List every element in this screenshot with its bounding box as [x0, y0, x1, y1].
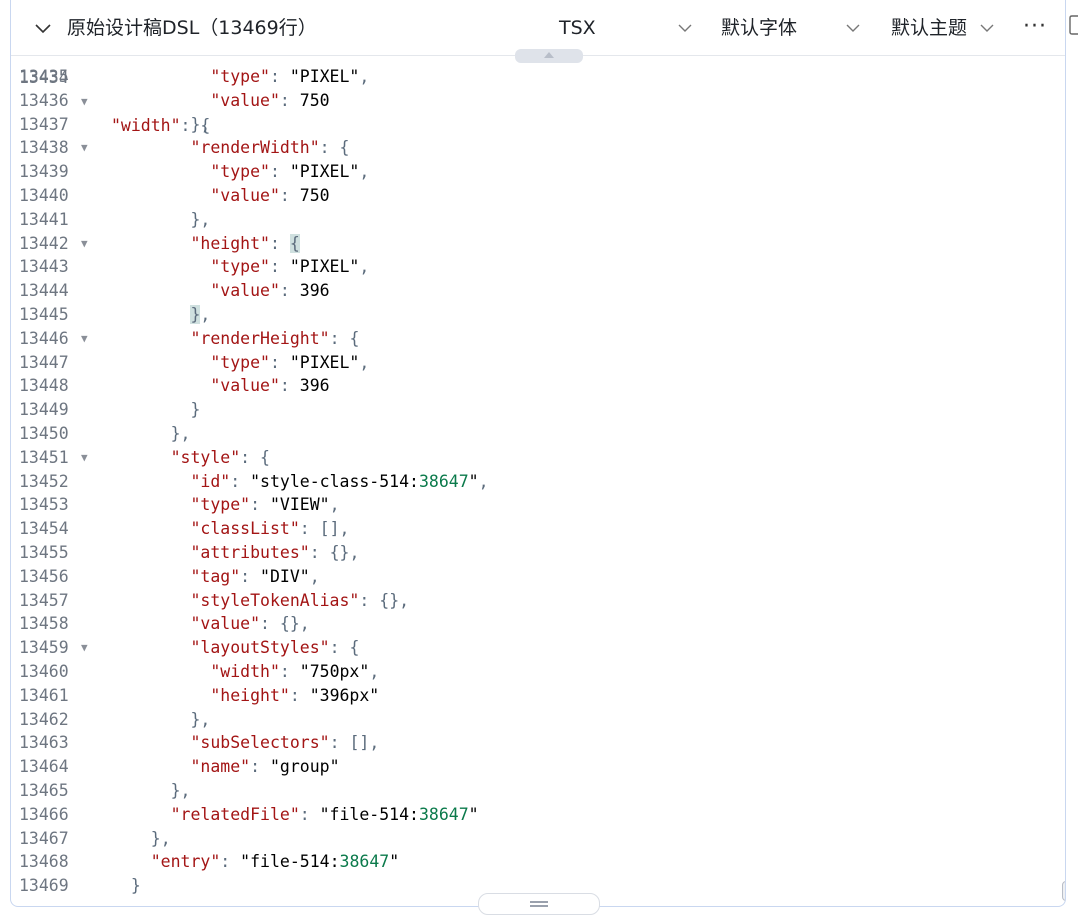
fold-toggle-icon[interactable]: ▼ [81, 446, 95, 470]
line-number: 13456 [19, 566, 69, 586]
line-text: "value": {}, [190, 614, 310, 634]
line-text: "value": 750 [210, 186, 330, 205]
line-number: 13449 [19, 400, 69, 420]
line-number: 13469 [19, 876, 69, 896]
line-number: 13438 [19, 138, 69, 158]
theme-select-value[interactable]: 默认主题 [891, 16, 967, 40]
code-viewer-panel: 原始设计稿DSL（13469行） TSX 默认字体 默认主题 ··· 13434… [10, 0, 1066, 907]
line-text: }, [170, 781, 191, 800]
line-text: "renderHeight": { [190, 328, 360, 348]
line-number: 13450 [19, 424, 69, 443]
line-number: 13448 [19, 376, 69, 396]
line-number: 13441 [19, 209, 69, 229]
line-number: 13468 [19, 852, 69, 872]
fold-toggle-icon[interactable]: ▼ [81, 232, 95, 256]
line-text: } [130, 876, 141, 896]
panel-title[interactable]: 原始设计稿DSL（13469行） [67, 16, 317, 40]
line-number: 13442 [19, 233, 69, 253]
line-text: "renderWidth": { [190, 138, 350, 158]
line-number: 13445 [19, 305, 69, 324]
line-text: "entry": "file-514:38647" [150, 852, 400, 872]
line-number: 13454 [19, 519, 69, 539]
line-text: "layoutStyles": { [190, 638, 360, 658]
line-text: }, [190, 305, 211, 324]
line-text: }, [170, 424, 191, 443]
line-number: 13461 [19, 685, 69, 705]
line-number: 13446 [19, 328, 69, 348]
line-text: "value": 750 [210, 90, 330, 110]
line-number: 13440 [19, 186, 69, 205]
font-select-value[interactable]: 默认字体 [721, 16, 797, 40]
fold-toggle-icon[interactable]: ▼ [81, 327, 95, 351]
drag-handle-icon [530, 901, 548, 903]
line-number: 13452 [19, 471, 69, 491]
line-text: "type": "PIXEL", [210, 162, 370, 182]
chevron-down-icon[interactable] [843, 18, 863, 38]
line-text: "value": 396 [210, 376, 330, 396]
line-text: "styleTokenAlias": {}, [190, 590, 410, 610]
line-text: }, [190, 209, 211, 229]
line-text: "type": "PIXEL", [210, 67, 370, 86]
fold-toggle-icon[interactable]: ▼ [81, 136, 95, 160]
line-number: 13439 [19, 162, 69, 182]
line-text: "value": 396 [210, 281, 330, 301]
line-text: }, [150, 828, 171, 848]
line-number: 13455 [19, 543, 69, 562]
line-number: 13436 [19, 90, 69, 110]
line-text: "height": "396px" [210, 685, 380, 705]
line-text: "type": "VIEW", [190, 495, 340, 515]
line-number: 13443 [19, 257, 69, 277]
fold-toggle-icon[interactable]: ▼ [81, 90, 95, 114]
line-text: "id": "style-class-514:38647", [190, 471, 489, 491]
line-text: "name": "group" [190, 757, 340, 777]
line-number: 13435 [19, 67, 69, 86]
line-text: "type": "PIXEL", [210, 352, 370, 372]
line-number: 13466 [19, 804, 69, 824]
line-text: "width": "750px", [210, 662, 380, 681]
resize-handle[interactable] [478, 893, 600, 915]
toolbar: 原始设计稿DSL（13469行） TSX 默认字体 默认主题 ··· [11, 0, 1065, 56]
line-number: 13447 [19, 352, 69, 372]
code-line-partial: 13434 ▼ "width": { [11, 42, 210, 135]
chevron-down-icon[interactable] [33, 18, 53, 38]
line-number: 13465 [19, 781, 69, 800]
line-number: 13457 [19, 590, 69, 610]
line-text: "relatedFile": "file-514:38647" [170, 804, 479, 824]
line-text: "height": { [190, 233, 300, 253]
line-number: 13467 [19, 828, 69, 848]
line-text: } [190, 400, 201, 420]
chevron-down-icon[interactable] [675, 18, 695, 38]
chevron-down-icon[interactable] [977, 18, 997, 38]
line-number: 13462 [19, 709, 69, 729]
line-text: }, [190, 709, 211, 729]
panel-edge-icon [1069, 15, 1078, 35]
code-editor[interactable]: 13434 ▼ "width": { 13435 "type": "PIXEL"… [11, 55, 1065, 906]
vertical-scrollbar[interactable] [1062, 881, 1065, 901]
line-number: 13453 [19, 495, 69, 515]
line-text: "classList": [], [190, 519, 350, 539]
line-number: 13464 [19, 757, 69, 777]
line-number: 13437 [19, 114, 69, 134]
line-text: "tag": "DIV", [190, 566, 320, 586]
line-number: 13459 [19, 638, 69, 658]
line-number: 13458 [19, 614, 69, 634]
line-text: "attributes": {}, [190, 543, 360, 562]
line-text: "type": "PIXEL", [210, 257, 370, 277]
line-text: "style": { [170, 447, 270, 467]
language-select-value[interactable]: TSX [559, 16, 596, 40]
line-number: 13463 [19, 733, 69, 753]
line-text: }, [190, 114, 211, 134]
line-number: 13451 [19, 447, 69, 467]
fold-toggle-icon[interactable]: ▼ [81, 636, 95, 660]
line-text: "subSelectors": [], [190, 733, 380, 753]
line-number: 13444 [19, 281, 69, 301]
line-number: 13460 [19, 662, 69, 681]
more-icon[interactable]: ··· [1023, 14, 1047, 39]
